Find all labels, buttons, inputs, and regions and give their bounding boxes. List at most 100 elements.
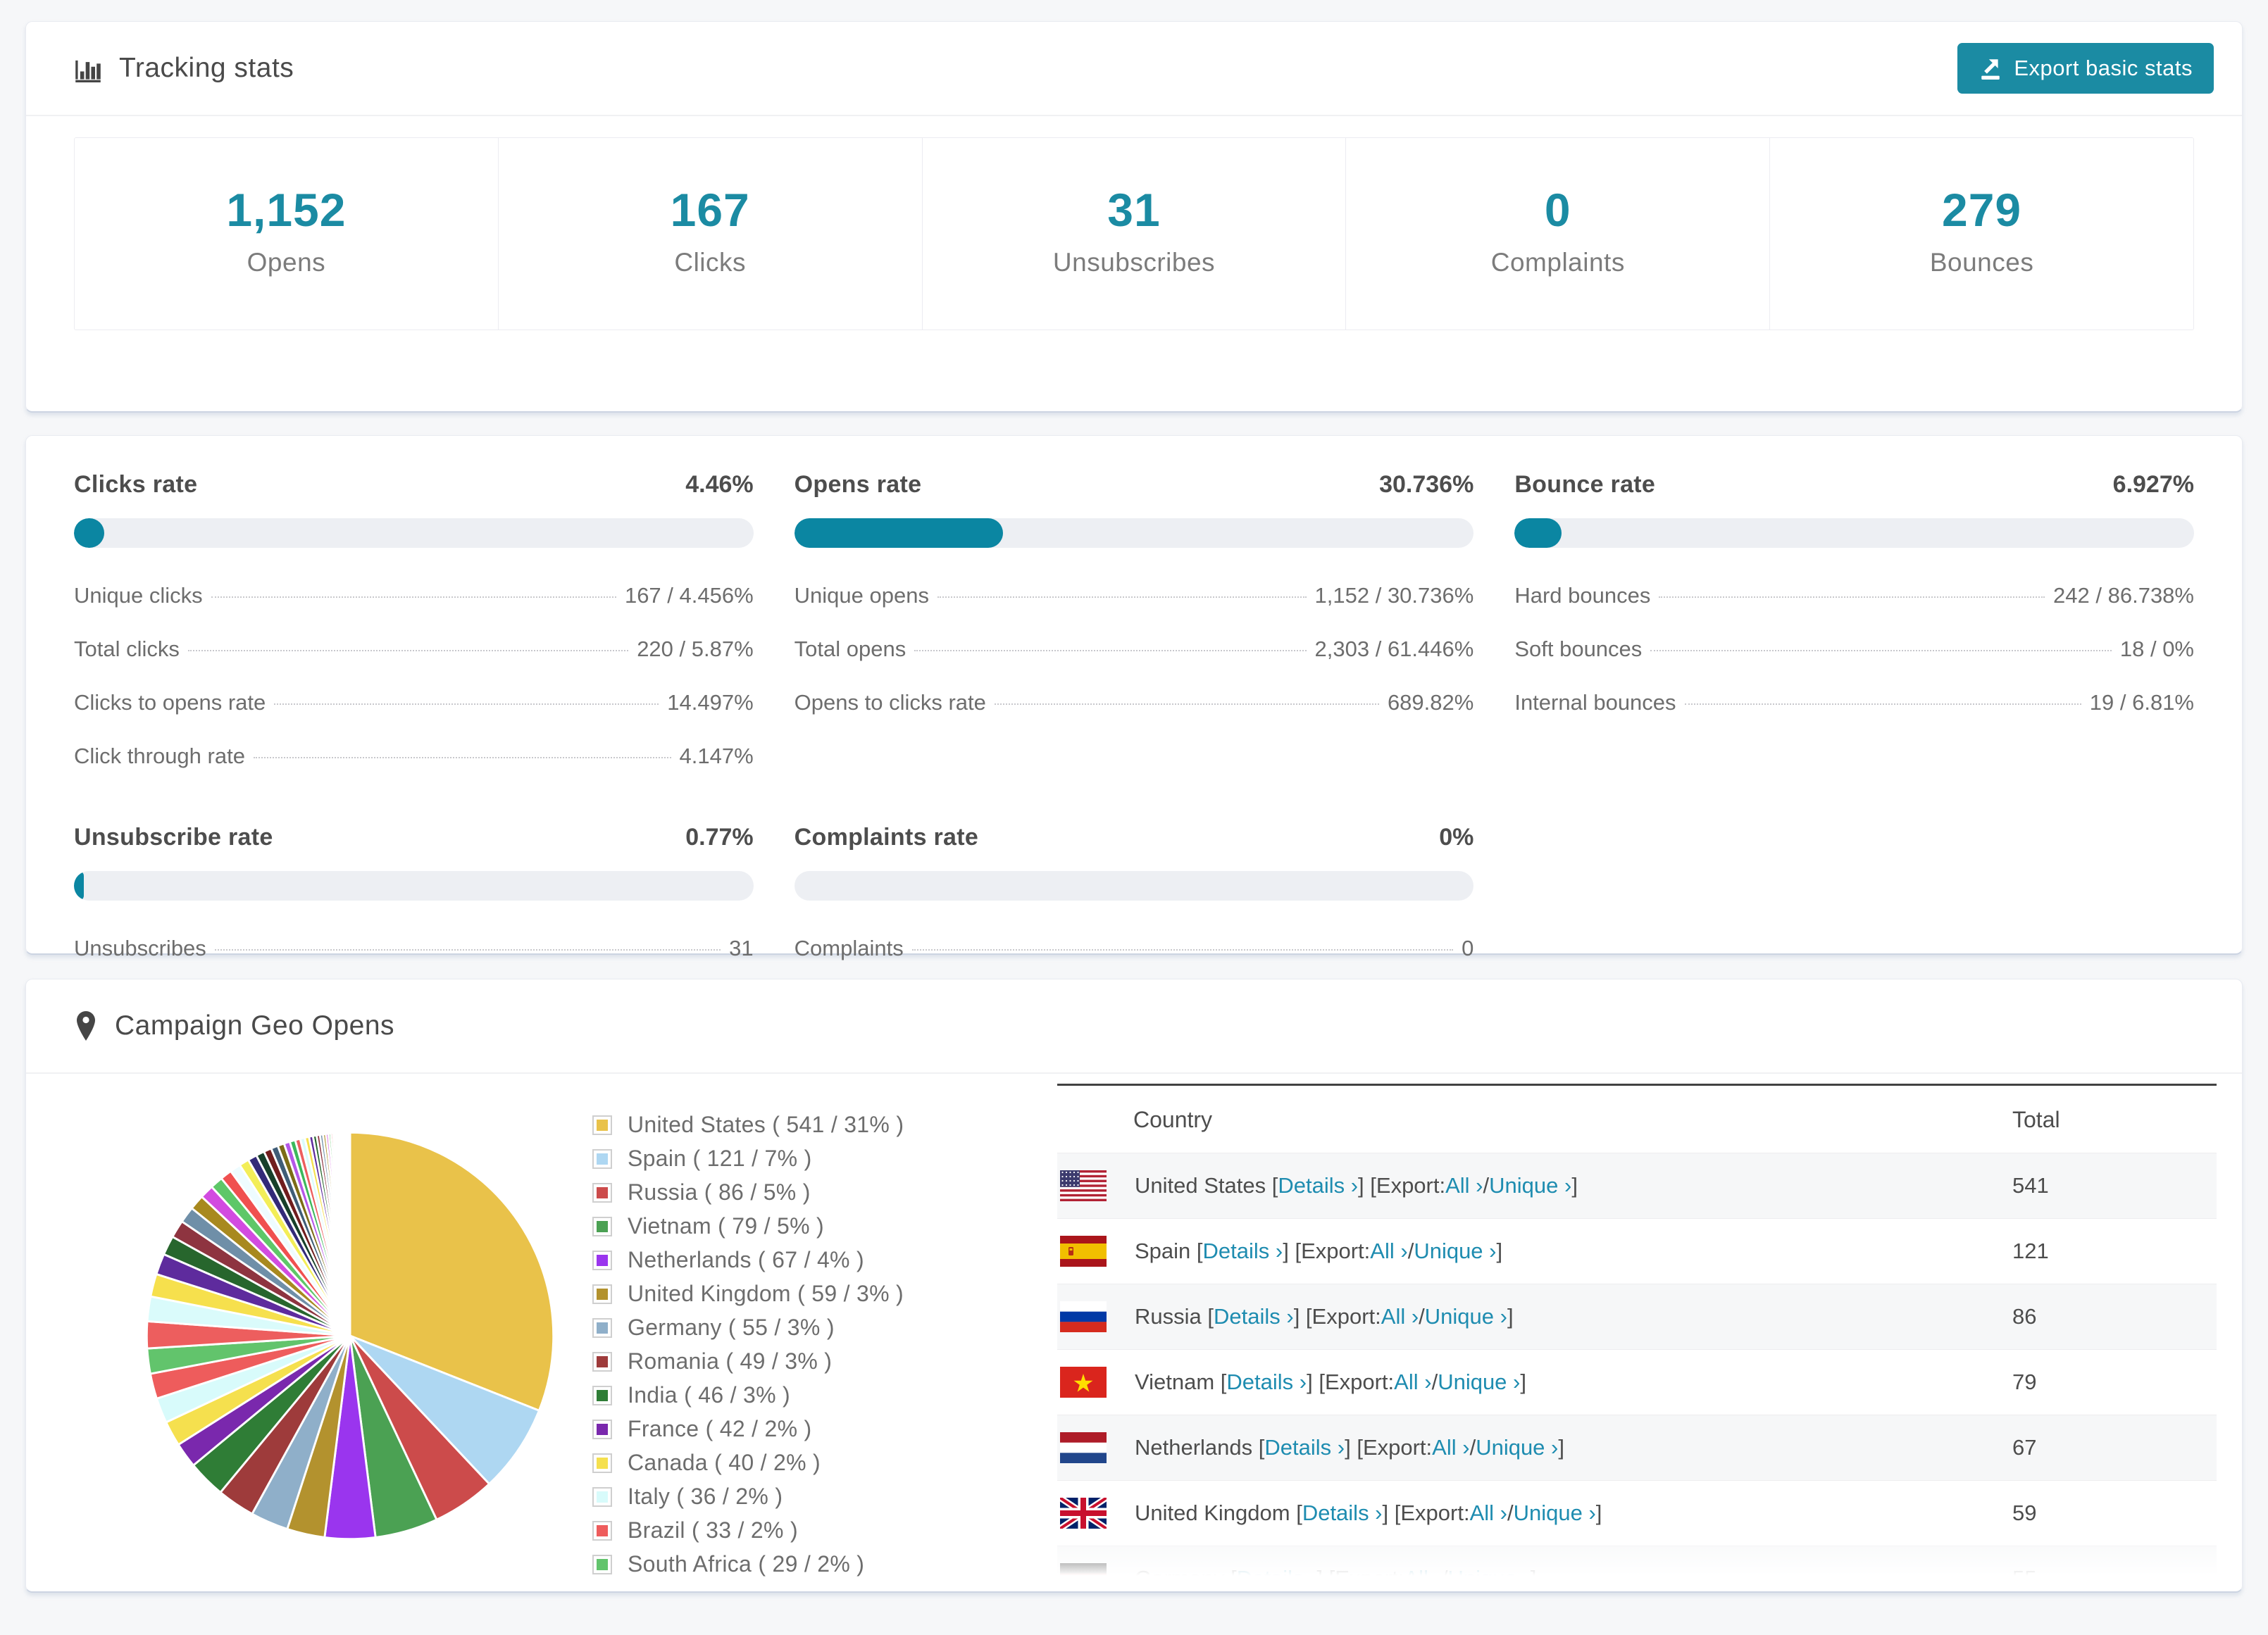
progress-track xyxy=(794,871,1474,901)
export-unique-link-es[interactable]: Unique › xyxy=(1414,1239,1496,1264)
rate-panel-head: Unsubscribe rate 0.77% xyxy=(74,824,754,851)
stat-line: Hard bounces 242 / 86.738% xyxy=(1514,583,2194,608)
dotted-leader xyxy=(911,949,1454,951)
details-link-ru[interactable]: Details › xyxy=(1214,1304,1294,1329)
country-cell: Russia [Details ›] [Export: All › / Uniq… xyxy=(1057,1284,2012,1350)
legend-swatch xyxy=(592,1284,612,1304)
details-link-us[interactable]: Details › xyxy=(1278,1173,1358,1198)
geo-header: Campaign Geo Opens xyxy=(26,979,2242,1074)
legend-label: Russia ( 86 / 5% ) xyxy=(628,1179,811,1205)
export-unique-link-nl[interactable]: Unique › xyxy=(1476,1435,1558,1460)
legend-swatch xyxy=(592,1419,612,1439)
export-all-link-us[interactable]: All › xyxy=(1445,1173,1483,1198)
export-basic-stats-button[interactable]: Export basic stats xyxy=(1957,43,2214,94)
export-all-link-nl[interactable]: All › xyxy=(1432,1435,1469,1460)
export-all-link-vn[interactable]: All › xyxy=(1394,1370,1431,1395)
country-total: 86 xyxy=(2012,1304,2037,1329)
table-row-nl: Netherlands [Details ›] [Export: All › /… xyxy=(1057,1415,2217,1481)
country-cell-content: United Kingdom [Details ›] [Export: All … xyxy=(1057,1498,2012,1529)
legend-swatch xyxy=(592,1453,612,1473)
details-link-vn[interactable]: Details › xyxy=(1226,1370,1307,1395)
export-all-link-de[interactable]: All › xyxy=(1404,1566,1442,1591)
rate-panel-title: Complaints rate xyxy=(794,824,979,851)
es-flag-icon xyxy=(1060,1236,1107,1267)
stat-line: Unique opens 1,152 / 30.736% xyxy=(795,583,1474,608)
rate-panel-bounce-rate: Bounce rate 6.927% Hard bounces 242 / 86.73… xyxy=(1514,471,2194,769)
country-name: Russia xyxy=(1135,1304,1208,1329)
legend-label: France ( 42 / 2% ) xyxy=(628,1416,812,1441)
stat-box-complaints: 0 Complaints xyxy=(1346,138,1771,330)
legend-label: Italy ( 36 / 2% ) xyxy=(628,1484,783,1509)
rate-panel-value: 30.736% xyxy=(1379,471,1474,498)
stat-line: Opens to clicks rate 689.82% xyxy=(795,690,1474,715)
stat-value: 0 xyxy=(1544,184,1571,236)
rate-panel-rows: Complaints 0 xyxy=(795,936,1474,961)
stat-line-label: Unique clicks xyxy=(74,583,203,608)
legend-item: United Kingdom ( 59 / 3% ) xyxy=(592,1281,1029,1307)
progress-track xyxy=(74,518,754,548)
stat-line-label: Unsubscribes xyxy=(74,936,206,960)
country-column-header: Country xyxy=(1133,1107,1213,1132)
rate-panel-value: 6.927% xyxy=(2112,471,2194,498)
stat-line-value: 19 / 6.81% xyxy=(2089,690,2194,715)
legend-swatch xyxy=(592,1520,612,1541)
rate-panel-title: Clicks rate xyxy=(74,471,198,498)
export-unique-link-vn[interactable]: Unique › xyxy=(1438,1370,1520,1395)
rate-panel-rows: Hard bounces 242 / 86.738% Soft bounces 18 … xyxy=(1514,583,2194,715)
stat-line-value: 1,152 / 30.736% xyxy=(1314,583,1474,608)
stat-box-unsubscribes: 31 Unsubscribes xyxy=(923,138,1347,330)
geo-table-header-row: Country Total xyxy=(1057,1085,2217,1153)
legend-item: Canada ( 40 / 2% ) xyxy=(592,1450,1029,1476)
dotted-leader xyxy=(937,596,1307,598)
details-link-es[interactable]: Details › xyxy=(1203,1239,1283,1264)
export-all-link-gb[interactable]: All › xyxy=(1470,1501,1507,1526)
rate-panel-rows: Unsubscribes 31 xyxy=(74,936,754,961)
stat-line: Complaints 0 xyxy=(795,936,1474,961)
stat-line-value: 14.497% xyxy=(667,690,754,715)
stat-box-clicks: 167 Clicks xyxy=(499,138,923,330)
progress-fill xyxy=(74,871,84,901)
geo-table-wrap: Country Total United States [Details ›] … xyxy=(1036,1084,2217,1591)
country-total: 79 xyxy=(2012,1370,2037,1394)
export-all-link-es[interactable]: All › xyxy=(1370,1239,1407,1264)
country-name: Spain xyxy=(1135,1239,1197,1263)
legend-label: Netherlands ( 67 / 4% ) xyxy=(628,1247,864,1272)
country-total: 121 xyxy=(2012,1239,2049,1263)
legend-swatch xyxy=(592,1317,612,1338)
export-all-link-ru[interactable]: All › xyxy=(1381,1304,1419,1329)
rate-panel-title: Unsubscribe rate xyxy=(74,824,273,851)
details-link-de[interactable]: Details › xyxy=(1237,1566,1317,1591)
country-cell-content: Germany [Details ›] [Export: All › / Uni… xyxy=(1057,1563,2012,1591)
legend-item: India ( 46 / 3% ) xyxy=(592,1382,1029,1408)
stat-line-label: Clicks to opens rate xyxy=(74,690,266,715)
stat-line-value: 31 xyxy=(729,936,754,960)
dotted-leader xyxy=(994,703,1379,705)
dotted-leader xyxy=(211,596,616,598)
rate-panel-title: Bounce rate xyxy=(1514,471,1656,498)
country-cell-content: Vietnam [Details ›] [Export: All › / Uni… xyxy=(1057,1367,2012,1398)
country-cell: Germany [Details ›] [Export: All › / Uni… xyxy=(1057,1546,2012,1591)
rate-panel-value: 0.77% xyxy=(685,824,754,851)
export-unique-link-ru[interactable]: Unique › xyxy=(1425,1304,1507,1329)
stat-label: Complaints xyxy=(1490,248,1625,277)
dotted-leader xyxy=(1684,703,2081,705)
legend-label: Romania ( 49 / 3% ) xyxy=(628,1348,833,1374)
bar-chart-icon xyxy=(74,54,102,82)
legend-label: Vietnam ( 79 / 5% ) xyxy=(628,1213,825,1239)
details-link-gb[interactable]: Details › xyxy=(1302,1501,1383,1526)
export-unique-link-gb[interactable]: Unique › xyxy=(1514,1501,1596,1526)
details-link-nl[interactable]: Details › xyxy=(1264,1435,1345,1460)
stat-line-value: 0 xyxy=(1462,936,1474,960)
rates-card: Clicks rate 4.46% Unique clicks 167 / 4.456… xyxy=(25,435,2243,960)
export-unique-link-de[interactable]: Unique › xyxy=(1448,1566,1531,1591)
country-name: United States xyxy=(1135,1173,1272,1198)
rate-panel-head: Bounce rate 6.927% xyxy=(1514,471,2194,499)
stat-line-value: 220 / 5.87% xyxy=(637,637,754,661)
dotted-leader xyxy=(214,949,721,951)
us-flag-icon xyxy=(1060,1170,1107,1201)
legend-label: South Africa ( 29 / 2% ) xyxy=(628,1551,865,1577)
stat-line-label: Click through rate xyxy=(74,744,245,768)
export-unique-link-us[interactable]: Unique › xyxy=(1489,1173,1571,1198)
tracking-stats-card: Tracking stats Export basic stats 1,152 O… xyxy=(25,21,2243,413)
summary-stats-row: 1,152 Opens 167 Clicks 31 Unsubscribes 0 Compla… xyxy=(74,137,2194,330)
